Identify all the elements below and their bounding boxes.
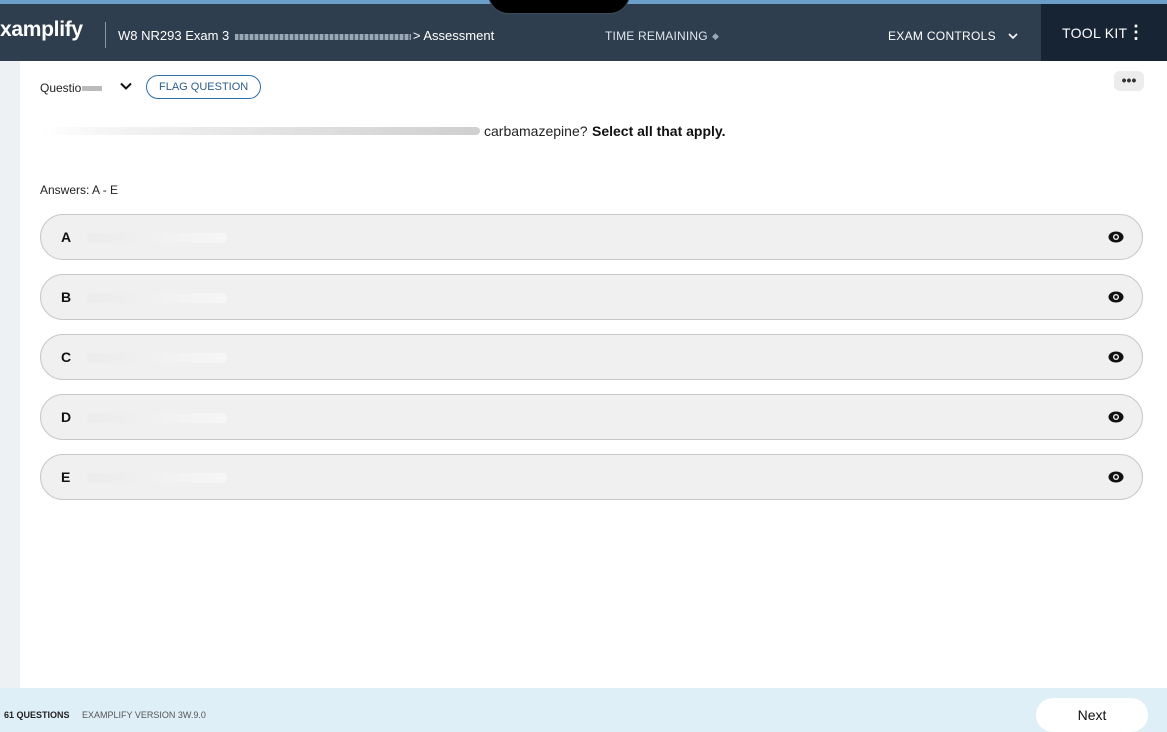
option-text-redaction <box>87 413 227 423</box>
question-number-redaction <box>82 86 103 92</box>
left-gutter <box>0 61 20 688</box>
footer-bar: 61 QUESTIONS EXAMPLIFY VERSION 3W.9.0 Ne… <box>0 688 1167 732</box>
eye-icon[interactable] <box>1108 290 1124 304</box>
option-text-redaction <box>87 293 227 303</box>
question-nav-chevron-icon[interactable] <box>120 78 132 94</box>
option-letter: A <box>61 229 72 245</box>
answer-option-b[interactable]: B <box>40 274 1143 320</box>
exam-title-prefix: W8 NR293 Exam 3 <box>118 28 230 43</box>
chevron-down-icon <box>1007 31 1018 43</box>
vertical-dots-icon: ⋮ <box>1127 22 1145 42</box>
eye-icon[interactable] <box>1108 230 1124 244</box>
option-letter: B <box>61 289 72 305</box>
exam-title-suffix: > Assessment <box>412 28 495 43</box>
time-indicator-icon: ◆ <box>712 31 719 41</box>
question-panel: Questio FLAG QUESTION ••• carbamazepine?… <box>20 61 1167 688</box>
question-instruction: Select all that apply. <box>592 123 726 139</box>
option-text-redaction <box>87 233 227 243</box>
exam-controls-label: EXAM CONTROLS <box>888 29 996 43</box>
answers-range-label: Answers: A - E <box>40 183 119 197</box>
question-number: Questio <box>40 81 103 95</box>
brand-logo: xamplify <box>0 18 83 41</box>
answer-option-d[interactable]: D <box>40 394 1143 440</box>
option-text-redaction <box>87 473 227 483</box>
exam-title-redaction <box>234 33 411 40</box>
answer-option-e[interactable]: E <box>40 454 1143 500</box>
tool-kit-label: TOOL KIT <box>1062 25 1128 41</box>
top-bar: xamplify W8 NR293 Exam 3 > Assessment TI… <box>0 0 1167 61</box>
brand-divider <box>105 22 106 48</box>
option-letter: C <box>61 349 72 365</box>
next-button[interactable]: Next <box>1036 698 1148 732</box>
option-text-redaction <box>87 353 227 363</box>
question-stem: carbamazepine? <box>484 123 588 139</box>
app-version: EXAMPLIFY VERSION 3W.9.0 <box>82 710 206 720</box>
flag-question-button[interactable]: FLAG QUESTION <box>146 75 262 99</box>
answer-option-c[interactable]: C <box>40 334 1143 380</box>
option-letter: E <box>61 469 71 485</box>
exam-title: W8 NR293 Exam 3 > Assessment <box>118 28 494 43</box>
time-remaining-label: TIME REMAINING <box>605 29 708 43</box>
question-stem-redaction <box>40 127 480 135</box>
eye-icon[interactable] <box>1108 470 1124 484</box>
option-letter: D <box>61 409 72 425</box>
tool-kit-button[interactable]: TOOL KIT ⋮ <box>1041 4 1167 61</box>
eye-icon[interactable] <box>1108 410 1124 424</box>
question-label: Questio <box>40 81 82 95</box>
exam-controls-button[interactable]: EXAM CONTROLS <box>888 29 1018 43</box>
answer-option-a[interactable]: A <box>40 214 1143 260</box>
ellipsis-icon[interactable]: ••• <box>1114 71 1144 91</box>
eye-icon[interactable] <box>1108 350 1124 364</box>
question-count: 61 QUESTIONS <box>4 710 70 720</box>
camera-notch <box>488 0 630 14</box>
